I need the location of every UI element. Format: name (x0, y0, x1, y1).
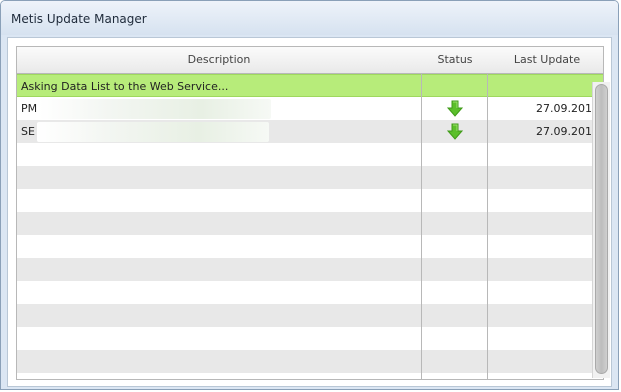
empty-table-row (17, 235, 603, 258)
description-text: Asking Data List to the Web Service... (21, 80, 229, 93)
column-header-last-update[interactable]: Last Update (489, 47, 603, 73)
app-window: Metis Update Manager Description Status … (0, 0, 619, 390)
empty-table-row (17, 166, 603, 189)
cell-last-update (489, 75, 599, 98)
cell-description: PM (21, 97, 417, 120)
table-row[interactable]: SE 27.09.2013 (17, 120, 603, 143)
column-divider (421, 74, 422, 379)
cell-last-update: 27.09.2013 (536, 102, 599, 115)
window-title: Metis Update Manager (11, 12, 147, 26)
grid-header: Description Status Last Update (17, 47, 603, 74)
cell-status (423, 120, 487, 143)
empty-table-row (17, 189, 603, 212)
description-text: PM (21, 102, 38, 115)
empty-table-row (17, 304, 603, 327)
column-header-description[interactable]: Description (17, 47, 421, 73)
window-content: Description Status Last Update Asking Da… (7, 37, 612, 387)
column-header-status[interactable]: Status (423, 47, 487, 73)
empty-table-row (17, 281, 603, 304)
cell-description: SE (21, 120, 417, 143)
cell-status (423, 75, 487, 98)
empty-table-row (17, 143, 603, 166)
empty-table-row (17, 212, 603, 235)
redacted-text (39, 99, 272, 119)
vertical-scrollbar[interactable] (592, 82, 610, 378)
update-list-grid: Description Status Last Update Asking Da… (16, 46, 604, 380)
empty-table-row (17, 327, 603, 350)
table-row[interactable]: Asking Data List to the Web Service... (17, 74, 603, 98)
description-text: SE (21, 125, 35, 138)
redacted-text (36, 122, 269, 142)
download-arrow-icon (446, 100, 464, 117)
title-bar[interactable]: Metis Update Manager (1, 1, 618, 35)
empty-table-row (17, 350, 603, 373)
cell-description: Asking Data List to the Web Service... (21, 75, 417, 98)
cell-last-update: 27.09.2013 (536, 125, 599, 138)
empty-table-row (17, 258, 603, 281)
cell-status (423, 97, 487, 120)
scrollbar-thumb[interactable] (595, 84, 608, 374)
table-row[interactable]: PM 27.09.2013 (17, 97, 603, 120)
download-arrow-icon (446, 123, 464, 140)
column-divider (487, 74, 488, 379)
